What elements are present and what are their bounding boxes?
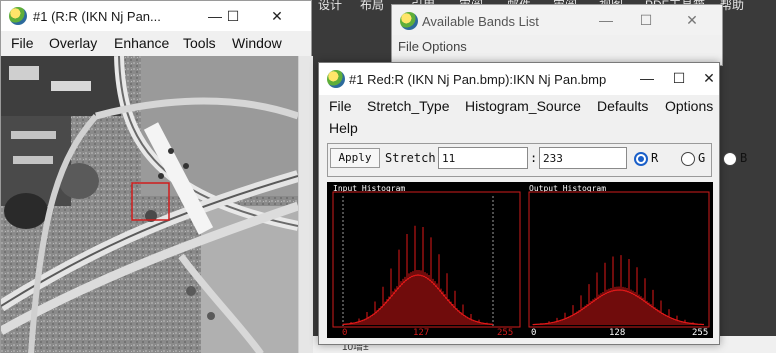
hist-window-menubar: File Stretch_Type Histogram_Source Defau… bbox=[319, 98, 719, 138]
menu-options[interactable]: Options bbox=[665, 98, 713, 114]
histogram-plots: Input Histogram Output Histogram 0 127 2… bbox=[327, 182, 713, 338]
bg-menu-item[interactable]: 设计 bbox=[318, 0, 342, 13]
stretch-controls: Apply Stretch : R G bbox=[327, 143, 712, 177]
image-scrollbar[interactable] bbox=[298, 56, 313, 353]
histogram-stretch-window: #1 Red:R (IKN Nj Pan.bmp):IKN Nj Pan.bmp… bbox=[318, 62, 747, 345]
maximize-button[interactable]: ☐ bbox=[628, 5, 664, 35]
image-window-titlebar[interactable]: #1 (R:R (IKN Nj Pan... — ☐ ✕ bbox=[1, 1, 311, 31]
maximize-button[interactable]: ☐ bbox=[215, 1, 251, 31]
menu-defaults[interactable]: Defaults bbox=[597, 98, 648, 114]
menu-enhance[interactable]: Enhance bbox=[114, 35, 169, 51]
hist-window-title: #1 Red:R (IKN Nj Pan.bmp):IKN Nj Pan.bmp bbox=[349, 72, 607, 87]
close-button[interactable]: ✕ bbox=[691, 63, 727, 93]
menu-file[interactable]: File bbox=[329, 98, 352, 114]
channel-r-label: R bbox=[651, 151, 659, 165]
image-window-title: #1 (R:R (IKN Nj Pan... bbox=[33, 9, 161, 24]
satellite-image bbox=[1, 56, 298, 353]
menu-histogram-source[interactable]: Histogram_Source bbox=[465, 98, 581, 114]
stretch-label: Stretch bbox=[385, 151, 436, 165]
channel-b-label: B bbox=[740, 151, 748, 165]
stretch-colon: : bbox=[530, 151, 538, 165]
menu-stretch-type[interactable]: Stretch_Type bbox=[367, 98, 450, 114]
stretch-min-field[interactable] bbox=[438, 147, 528, 169]
available-bands-window: Available Bands List — ☐ ✕ File Options bbox=[391, 4, 723, 66]
output-tick-128: 128 bbox=[609, 328, 625, 338]
hist-window-titlebar[interactable]: #1 Red:R (IKN Nj Pan.bmp):IKN Nj Pan.bmp… bbox=[319, 63, 719, 95]
input-tick-127: 127 bbox=[413, 328, 429, 338]
input-tick-255: 255 bbox=[497, 328, 513, 338]
input-histogram-bars bbox=[342, 225, 494, 325]
envi-app-icon bbox=[9, 7, 27, 25]
menu-file[interactable]: File bbox=[398, 39, 419, 54]
bg-menu-item[interactable]: 布局 bbox=[360, 0, 384, 13]
output-tick-255: 255 bbox=[692, 328, 708, 338]
menu-options[interactable]: Options bbox=[422, 39, 467, 54]
channel-g-label: G bbox=[698, 151, 706, 165]
envi-app-icon bbox=[327, 70, 345, 88]
minimize-button[interactable]: — bbox=[629, 63, 665, 93]
bands-window-titlebar[interactable]: Available Bands List — ☐ ✕ bbox=[392, 5, 722, 35]
channel-b-radio[interactable] bbox=[723, 152, 737, 166]
satellite-image-view[interactable] bbox=[1, 56, 298, 353]
menu-window[interactable]: Window bbox=[232, 35, 282, 51]
histogram-canvas[interactable]: Input Histogram Output Histogram 0 127 2… bbox=[327, 182, 713, 338]
envi-app-icon bbox=[400, 12, 418, 30]
output-tick-0: 0 bbox=[531, 328, 536, 338]
bands-window-title: Available Bands List bbox=[422, 14, 539, 29]
menu-file[interactable]: File bbox=[11, 35, 34, 51]
channel-r-radio[interactable] bbox=[634, 152, 648, 166]
close-button[interactable]: ✕ bbox=[674, 5, 710, 35]
input-tick-0: 0 bbox=[342, 328, 347, 338]
menu-help[interactable]: Help bbox=[329, 120, 358, 136]
menu-tools[interactable]: Tools bbox=[183, 35, 216, 51]
output-histogram-bars bbox=[532, 255, 705, 326]
image-window-menubar: File Overlay Enhance Tools Window bbox=[1, 35, 311, 55]
bg-menu-item[interactable]: 帮助 bbox=[720, 0, 744, 13]
minimize-button[interactable]: — bbox=[588, 5, 624, 35]
image-window: #1 (R:R (IKN Nj Pan... — ☐ ✕ File Overla… bbox=[0, 0, 313, 353]
close-button[interactable]: ✕ bbox=[259, 1, 295, 31]
apply-button[interactable]: Apply bbox=[330, 148, 380, 168]
menu-overlay[interactable]: Overlay bbox=[49, 35, 97, 51]
channel-g-radio[interactable] bbox=[681, 152, 695, 166]
stretch-max-field[interactable] bbox=[539, 147, 627, 169]
